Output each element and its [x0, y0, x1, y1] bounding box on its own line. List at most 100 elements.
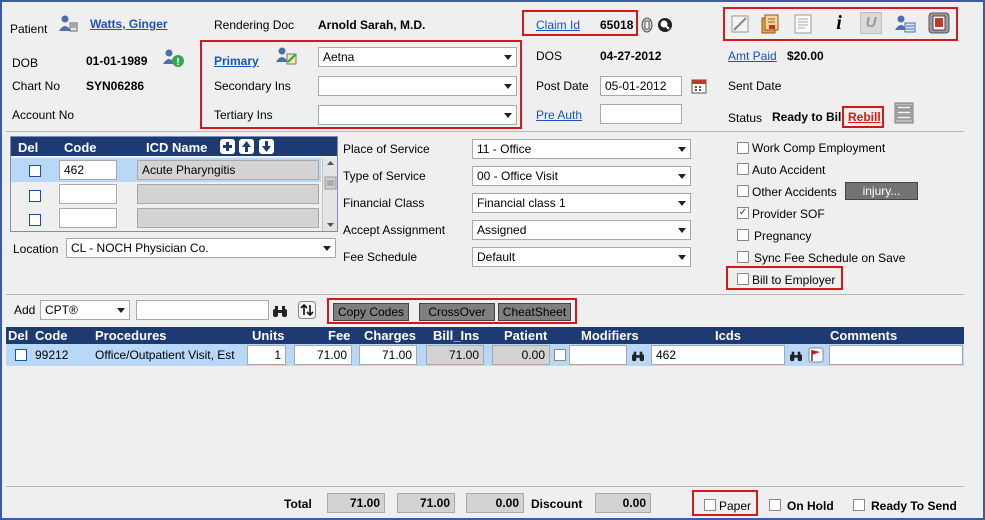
primary-insurance-link[interactable]: Primary — [214, 54, 259, 68]
secondary-insurance-select[interactable] — [318, 76, 517, 96]
binoculars-icon[interactable] — [789, 350, 803, 362]
search-claim-icon[interactable] — [657, 17, 673, 33]
other-accidents-checkbox[interactable] — [737, 185, 749, 197]
charges-input[interactable]: 71.00 — [359, 345, 417, 365]
patient-icon[interactable] — [58, 14, 78, 34]
sent-date-label: Sent Date — [728, 79, 782, 93]
cheatsheet-button[interactable]: CheatSheet — [498, 303, 571, 321]
primary-insurance-select[interactable]: Aetna — [318, 47, 517, 67]
add-icd-icon[interactable] — [220, 139, 235, 154]
patient-name-link[interactable]: Watts, Ginger — [90, 17, 168, 31]
financial-class-value: Financial class 1 — [477, 196, 566, 210]
icd-name-field: Acute Pharyngitis — [137, 160, 319, 180]
work-comp-label: Work Comp Employment — [752, 141, 886, 155]
insurance-edit-icon[interactable] — [276, 46, 298, 66]
ready-to-send-checkbox[interactable] — [853, 499, 865, 511]
undo-icon[interactable]: U — [860, 12, 882, 34]
tertiary-insurance-select[interactable] — [318, 105, 517, 125]
bill-employer-checkbox[interactable] — [737, 273, 749, 285]
fee-input[interactable]: 71.00 — [294, 345, 352, 365]
proc-col-charges: Charges — [364, 328, 417, 343]
icd-code-input[interactable] — [59, 208, 117, 228]
eligibility-icon[interactable]: ! — [163, 48, 185, 68]
account-no-label: Account No — [12, 108, 75, 122]
info-icon[interactable]: i — [828, 12, 850, 34]
total-patient-field: 0.00 — [466, 493, 524, 513]
binoculars-icon[interactable] — [631, 350, 645, 362]
copy-codes-button[interactable]: Copy Codes — [333, 303, 409, 321]
proc-col-units: Units — [252, 328, 285, 343]
bill-employer-label: Bill to Employer — [752, 273, 836, 287]
code-type-select[interactable]: CPT® — [40, 300, 130, 320]
place-of-service-label: Place of Service — [343, 142, 430, 156]
attachment-icon[interactable] — [640, 17, 654, 33]
provider-sof-checkbox[interactable]: ✓ — [737, 207, 749, 219]
documents-icon[interactable] — [759, 13, 781, 35]
chevron-down-icon — [117, 308, 125, 313]
claim-id-link[interactable]: Claim Id — [536, 18, 580, 32]
chevron-down-icon — [504, 113, 512, 118]
on-hold-checkbox[interactable] — [769, 499, 781, 511]
icd-row-delete-checkbox[interactable] — [29, 165, 41, 177]
icd-code-input[interactable]: 462 — [59, 160, 117, 180]
auto-accident-checkbox[interactable] — [737, 163, 749, 175]
fee-schedule-select[interactable]: Default — [472, 247, 691, 267]
procedure-row-delete-checkbox[interactable] — [15, 349, 27, 361]
fee-schedule-label: Fee Schedule — [343, 250, 418, 264]
primary-insurance-value: Aetna — [323, 50, 355, 64]
post-date-label: Post Date — [536, 79, 589, 93]
modifiers-input[interactable] — [569, 345, 627, 365]
code-search-input[interactable] — [136, 300, 269, 320]
bill-ins-field: 71.00 — [426, 345, 484, 365]
edit-icon[interactable] — [729, 13, 751, 35]
icds-input[interactable]: 462 — [651, 345, 785, 365]
discount-label: Discount — [531, 497, 583, 511]
icd-col-name: ICD Name — [146, 140, 208, 155]
ready-to-send-label: Ready To Send — [871, 499, 957, 513]
list-menu-icon[interactable] — [894, 102, 914, 124]
pre-auth-link[interactable]: Pre Auth — [536, 108, 582, 122]
proc-col-del: Del — [8, 328, 29, 343]
paper-label: Paper — [719, 499, 752, 513]
pregnancy-checkbox[interactable] — [737, 229, 749, 241]
notes-icon[interactable] — [792, 13, 814, 35]
rebill-link[interactable]: Rebill — [848, 110, 881, 124]
pre-auth-input[interactable] — [600, 104, 682, 124]
amt-paid-link[interactable]: Amt Paid — [728, 49, 777, 63]
divider — [6, 294, 964, 295]
sync-fee-checkbox[interactable] — [737, 251, 749, 263]
auto-accident-label: Auto Accident — [752, 163, 826, 177]
type-of-service-select[interactable]: 00 - Office Visit — [472, 166, 691, 186]
binoculars-icon[interactable] — [272, 304, 288, 318]
move-up-icon[interactable] — [239, 139, 254, 154]
swap-icon[interactable] — [298, 301, 316, 319]
financial-class-select[interactable]: Financial class 1 — [472, 193, 691, 213]
comments-input[interactable] — [829, 345, 963, 365]
move-down-icon[interactable] — [259, 139, 274, 154]
user-card-icon[interactable] — [894, 13, 916, 35]
flag-icon[interactable] — [808, 347, 824, 363]
icd-name-field — [137, 208, 319, 228]
icd-row-delete-checkbox[interactable] — [29, 214, 41, 226]
icd-code-input[interactable] — [59, 184, 117, 204]
location-select[interactable]: CL - NOCH Physician Co. — [66, 238, 336, 258]
print-icon[interactable] — [928, 12, 950, 34]
place-of-service-value: 11 - Office — [477, 142, 532, 156]
icd-scrollbar[interactable] — [322, 158, 337, 231]
chevron-down-icon — [504, 55, 512, 60]
chevron-down-icon — [323, 246, 331, 251]
post-date-input[interactable]: 05-01-2012 — [600, 76, 682, 96]
place-of-service-select[interactable]: 11 - Office — [472, 139, 691, 159]
units-input[interactable]: 1 — [247, 345, 286, 365]
patient-checkbox[interactable] — [554, 349, 566, 361]
type-of-service-label: Type of Service — [343, 169, 426, 183]
calendar-icon[interactable] — [691, 78, 707, 94]
injury-button[interactable]: injury... — [845, 182, 918, 200]
accept-assignment-select[interactable]: Assigned — [472, 220, 691, 240]
proc-col-patient: Patient — [504, 328, 548, 343]
chevron-down-icon — [678, 201, 686, 206]
paper-checkbox[interactable] — [704, 499, 716, 511]
icd-row-delete-checkbox[interactable] — [29, 190, 41, 202]
work-comp-checkbox[interactable] — [737, 142, 749, 154]
crossover-button[interactable]: CrossOver — [419, 303, 495, 321]
